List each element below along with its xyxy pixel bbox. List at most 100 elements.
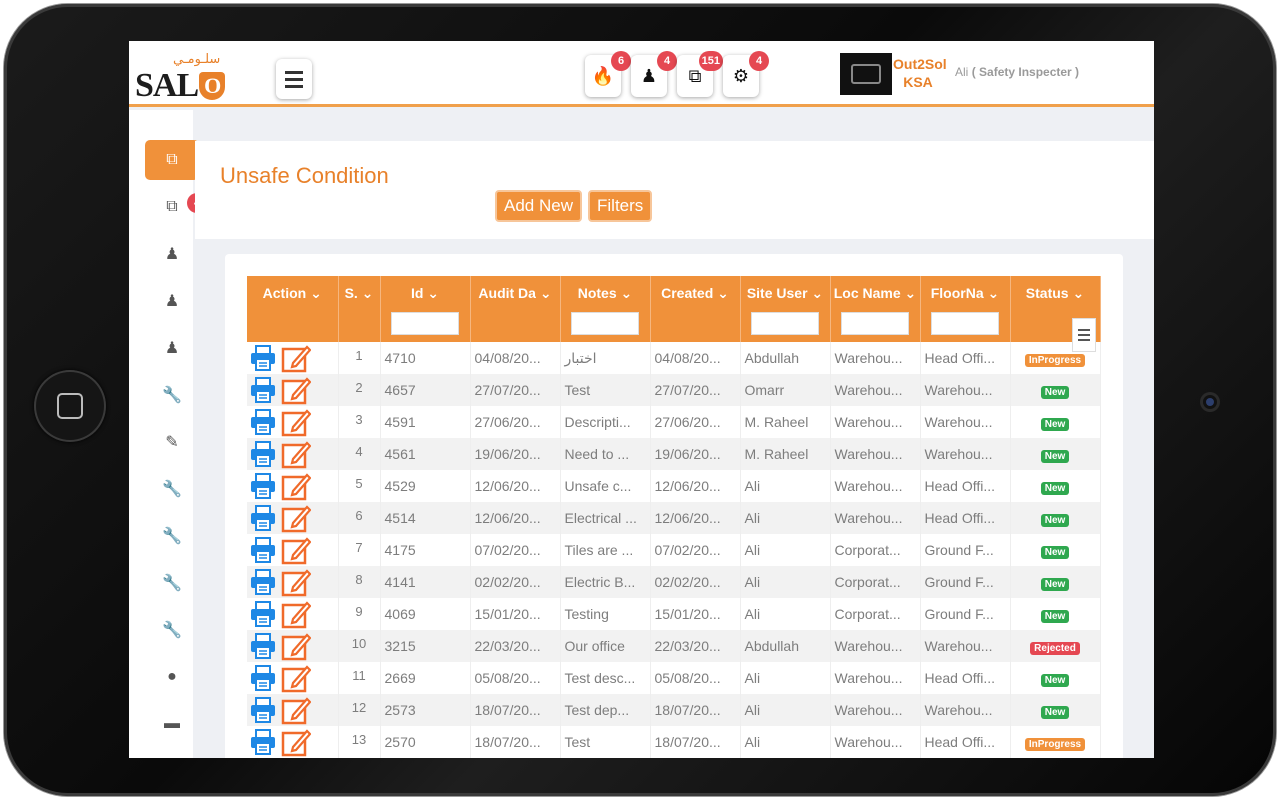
table-row[interactable]: 2 4657 27/07/20... Test 27/07/20... Omarr Ware…	[247, 374, 1101, 406]
sort-chevron-icon[interactable]: ⌄	[358, 285, 374, 301]
person-notification-button[interactable]: ♟ 4	[631, 51, 677, 97]
print-icon[interactable]	[249, 696, 277, 724]
table-row[interactable]: 12 2573 18/07/20... Test dep... 18/07/20... A…	[247, 694, 1101, 726]
table-row[interactable]: 7 4175 07/02/20... Tiles are ... 07/02/20...…	[247, 534, 1101, 566]
location-name-cell: Corporat...	[830, 566, 921, 598]
edit-icon[interactable]	[281, 343, 312, 373]
table-row[interactable]: 6 4514 12/06/20... Electrical ... 12/06/20..…	[247, 502, 1101, 534]
table-row[interactable]: 1 4710 04/08/20... اختبار 04/08/20... Abdulla…	[247, 342, 1101, 374]
sidebar-item-tools-5[interactable]: 🔧	[145, 610, 199, 650]
edit-icon[interactable]	[281, 439, 312, 469]
sidebar-item-person-2[interactable]: ♟	[145, 281, 199, 321]
company-name-line1: Out2Sol	[893, 56, 947, 72]
column-header-action[interactable]: Action ⌄	[247, 276, 339, 342]
sidebar-item-person-1[interactable]: ♟	[145, 234, 199, 274]
gear-notification-button[interactable]: ⚙ 4	[723, 51, 769, 97]
edit-icon[interactable]	[281, 375, 312, 405]
column-filter-input[interactable]	[391, 312, 459, 335]
sidebar-item-tools-4[interactable]: 🔧	[145, 563, 199, 603]
created-cell: 27/06/20...	[650, 406, 741, 438]
sort-chevron-icon[interactable]: ⌄	[984, 285, 1000, 301]
print-icon[interactable]	[249, 440, 277, 468]
column-menu-button[interactable]	[1072, 318, 1096, 352]
print-icon[interactable]	[249, 600, 277, 628]
sidebar-item-pencil[interactable]: ✎	[145, 422, 199, 462]
print-icon[interactable]	[249, 376, 277, 404]
print-icon[interactable]	[249, 536, 277, 564]
home-button[interactable]	[34, 370, 106, 442]
sort-chevron-icon[interactable]: ⌄	[901, 285, 917, 301]
table-row[interactable]: 4 4561 19/06/20... Need to ... 19/06/20... M.…	[247, 438, 1101, 470]
sidebar-item-tools-1[interactable]: 🔧	[145, 375, 199, 415]
print-icon[interactable]	[249, 632, 277, 660]
user-info[interactable]: Ali ( Safety Inspecter )	[955, 65, 1079, 79]
id-cell: 3215	[380, 630, 471, 662]
print-icon[interactable]	[249, 664, 277, 692]
edit-icon[interactable]	[281, 663, 312, 693]
column-header-created[interactable]: Created ⌄	[650, 276, 741, 342]
table-row[interactable]: 5 4529 12/06/20... Unsafe c... 12/06/20... Al…	[247, 470, 1101, 502]
column-filter-input[interactable]	[841, 312, 909, 335]
sort-chevron-icon[interactable]: ⌄	[536, 285, 552, 301]
edit-icon[interactable]	[281, 727, 312, 757]
sort-chevron-icon[interactable]: ⌄	[306, 285, 322, 301]
table-row[interactable]: 11 2669 05/08/20... Test desc... 05/08/20...…	[247, 662, 1101, 694]
filters-button[interactable]: Filters	[588, 190, 653, 222]
sort-chevron-icon[interactable]: ⌄	[713, 285, 729, 301]
salomi-logo[interactable]: سلـومـي SALOMI	[135, 51, 260, 142]
table-row[interactable]: 9 4069 15/01/20... Testing 15/01/20... Ali Cor…	[247, 598, 1101, 630]
sort-chevron-icon[interactable]: ⌄	[617, 285, 633, 301]
app-screen: سلـومـي SALOMI 🔥6♟4⧉151⚙4 Out2Sol KSA Al…	[129, 41, 1154, 758]
print-icon[interactable]	[249, 728, 277, 756]
edit-icon[interactable]	[281, 567, 312, 597]
table-row[interactable]: 10 3215 22/03/20... Our office 22/03/20... Ab…	[247, 630, 1101, 662]
user-role: ( Safety Inspecter )	[971, 65, 1080, 79]
fire-notification-button[interactable]: 🔥 6	[585, 51, 631, 97]
print-icon[interactable]	[249, 344, 277, 372]
column-header-loc-name[interactable]: Loc Name ⌄	[830, 276, 921, 342]
table-row[interactable]: 3 4591 27/06/20... Descripti... 27/06/20... M…	[247, 406, 1101, 438]
column-header-s[interactable]: S. ⌄	[338, 276, 381, 342]
company-logo	[840, 53, 892, 95]
hamburger-menu-button[interactable]	[276, 59, 312, 99]
edit-icon[interactable]	[281, 695, 312, 725]
column-filter-input[interactable]	[931, 312, 999, 335]
edit-icon[interactable]	[281, 599, 312, 629]
edit-icon[interactable]	[281, 471, 312, 501]
tools-2-icon: 🔧	[162, 481, 182, 498]
print-icon[interactable]	[249, 472, 277, 500]
table-row[interactable]: 13 2570 18/07/20... Test 18/07/20... Ali Wareh…	[247, 726, 1101, 758]
column-header-id[interactable]: Id ⌄	[380, 276, 471, 342]
column-header-audit-da[interactable]: Audit Da ⌄	[470, 276, 561, 342]
sidebar-item-tools-2[interactable]: 🔧	[145, 469, 199, 509]
column-header-site-user[interactable]: Site User ⌄	[740, 276, 831, 342]
created-cell: 18/07/20...	[650, 726, 741, 758]
sort-chevron-icon[interactable]: ⌄	[423, 285, 439, 301]
edit-icon[interactable]	[281, 535, 312, 565]
print-icon[interactable]	[249, 408, 277, 436]
sidebar-item-person-3[interactable]: ♟	[145, 328, 199, 368]
column-header-notes[interactable]: Notes ⌄	[560, 276, 651, 342]
sidebar-item-tools-3[interactable]: 🔧	[145, 516, 199, 556]
id-cell: 4529	[380, 470, 471, 502]
sidebar-item-circle[interactable]: ●	[145, 657, 199, 697]
column-header-floorna[interactable]: FloorNa ⌄	[920, 276, 1011, 342]
floor-name-cell: Ground F...	[920, 598, 1011, 630]
table-row[interactable]: 8 4141 02/02/20... Electric B... 02/02/20...…	[247, 566, 1101, 598]
column-filter-input[interactable]	[751, 312, 819, 335]
print-icon[interactable]	[249, 568, 277, 596]
edit-icon[interactable]	[281, 631, 312, 661]
edit-icon[interactable]	[281, 503, 312, 533]
add-new-button[interactable]: Add New	[495, 190, 582, 222]
sidebar-item-notifications[interactable]: ⧉4	[145, 187, 207, 227]
sidebar-item-briefcase[interactable]: ▬	[145, 704, 199, 744]
sort-chevron-icon[interactable]: ⌄	[1069, 285, 1084, 301]
edit-icon[interactable]	[281, 407, 312, 437]
column-filter-input[interactable]	[571, 312, 639, 335]
print-icon[interactable]	[249, 504, 277, 532]
table-header-row: Action ⌄ S. ⌄ Id ⌄ Audit Da ⌄ Notes ⌄ Created…	[247, 276, 1101, 342]
sidebar-item-dashboard[interactable]: ⧉	[145, 140, 199, 180]
status-badge: New	[1040, 449, 1070, 463]
sort-chevron-icon[interactable]: ⌄	[808, 285, 823, 301]
copy-notification-button[interactable]: ⧉ 151	[677, 51, 723, 97]
